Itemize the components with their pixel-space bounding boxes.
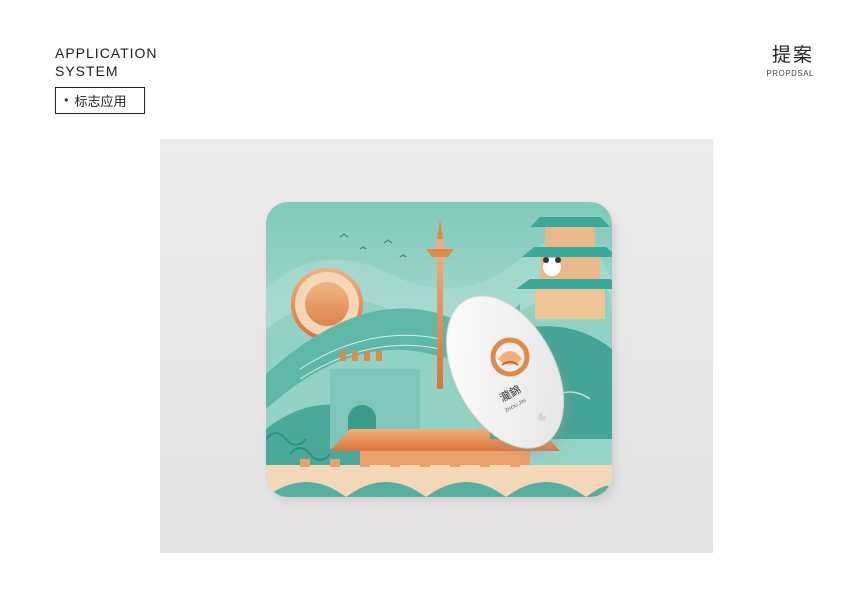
section-title-line2: SYSTEM [55, 63, 119, 79]
proposal-heading: 提案 PROPDSAL [766, 44, 814, 78]
mousepad [266, 202, 612, 497]
bullet-icon: • [63, 94, 70, 107]
proposal-title: 提案 [771, 44, 814, 66]
mousepad-mockup-image: 瀧錦 ZHOU JIN [160, 139, 713, 553]
mousepad-illustration: 瀧錦 ZHOU JIN [266, 202, 616, 503]
section-title-line1: APPLICATION [55, 45, 158, 61]
proposal-subtitle: PROPDSAL [766, 69, 814, 78]
category-tag: • 标志应用 [55, 87, 145, 114]
category-tag-label: 标志应用 [74, 95, 127, 110]
section-title: APPLICATION SYSTEM [55, 44, 158, 80]
